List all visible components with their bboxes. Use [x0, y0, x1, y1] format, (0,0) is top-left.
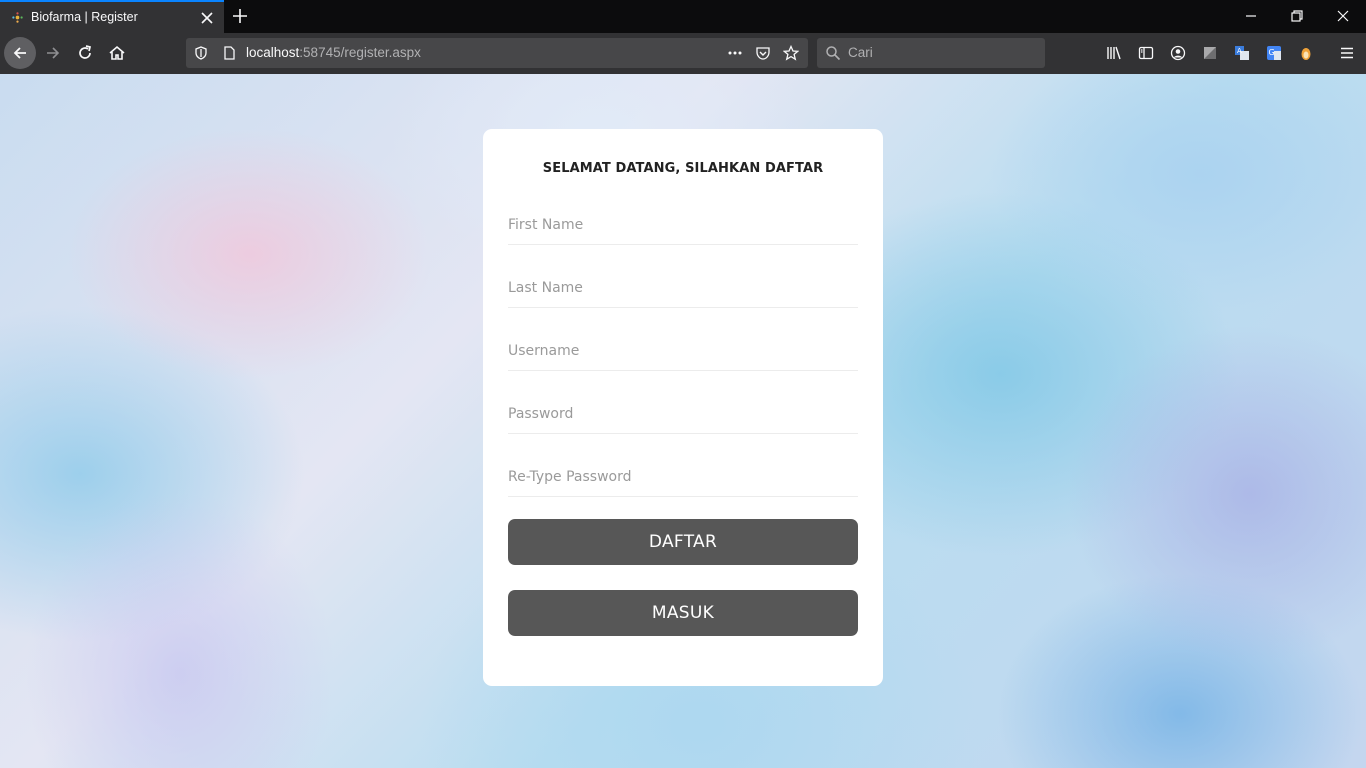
restore-icon[interactable] [1289, 8, 1305, 24]
url-bar[interactable]: localhost:58745/register.aspx [186, 38, 808, 68]
first-name-field [508, 208, 858, 245]
forward-button[interactable] [38, 38, 68, 68]
pocket-icon[interactable] [755, 45, 771, 61]
star-icon[interactable] [783, 45, 799, 61]
biofarma-favicon-icon [12, 12, 23, 23]
home-icon [109, 45, 125, 60]
url-path: :58745/register.aspx [299, 45, 421, 60]
account-icon[interactable] [1170, 45, 1186, 61]
menu-icon[interactable] [1339, 45, 1355, 61]
window-close-icon[interactable] [1335, 8, 1351, 24]
back-button[interactable] [4, 37, 36, 69]
last-name-input[interactable] [508, 271, 858, 305]
translate-icon[interactable]: A [1234, 45, 1250, 61]
login-button[interactable]: MASUK [508, 590, 858, 636]
home-button[interactable] [102, 38, 132, 68]
more-icon[interactable] [727, 45, 743, 61]
first-name-input[interactable] [508, 208, 858, 242]
search-bar[interactable]: Cari [817, 38, 1045, 68]
library-icon[interactable] [1106, 45, 1122, 61]
page-icon[interactable] [221, 45, 237, 61]
retype-password-field [508, 460, 858, 497]
tab-strip: Biofarma | Register [0, 0, 1366, 33]
addon-icon[interactable] [1298, 45, 1314, 61]
reload-icon [79, 45, 92, 59]
minimize-icon[interactable] [1243, 8, 1259, 24]
back-icon [13, 47, 26, 59]
browser-tab[interactable]: Biofarma | Register [0, 0, 224, 33]
plus-icon[interactable] [231, 7, 249, 25]
last-name-field [508, 271, 858, 308]
navigation-toolbar: localhost:58745/register.aspx Cari A G [0, 33, 1366, 74]
password-input[interactable] [508, 397, 858, 431]
search-placeholder: Cari [848, 45, 873, 60]
tab-title: Biofarma | Register [31, 10, 138, 24]
search-icon [826, 46, 841, 61]
url-host: localhost [246, 45, 300, 60]
svg-text:G: G [1269, 48, 1275, 57]
password-field [508, 397, 858, 434]
sidebar-icon[interactable] [1138, 45, 1154, 61]
google-translate-icon[interactable]: G [1266, 45, 1282, 61]
url-text[interactable]: localhost:58745/register.aspx [246, 45, 421, 60]
username-input[interactable] [508, 334, 858, 368]
close-icon[interactable] [199, 10, 215, 26]
register-card: SELAMAT DATANG, SILAHKAN DAFTAR DAFTAR M… [483, 129, 883, 686]
form-heading: SELAMAT DATANG, SILAHKAN DAFTAR [542, 161, 824, 176]
retype-password-input[interactable] [508, 460, 858, 494]
username-field [508, 334, 858, 371]
svg-text:A: A [1237, 47, 1242, 55]
register-button[interactable]: DAFTAR [508, 519, 858, 565]
shield-icon[interactable] [193, 45, 209, 61]
reload-button[interactable] [70, 38, 100, 68]
extension-icon[interactable] [1202, 45, 1218, 61]
page-background: SELAMAT DATANG, SILAHKAN DAFTAR DAFTAR M… [0, 74, 1366, 768]
forward-icon [47, 47, 60, 59]
